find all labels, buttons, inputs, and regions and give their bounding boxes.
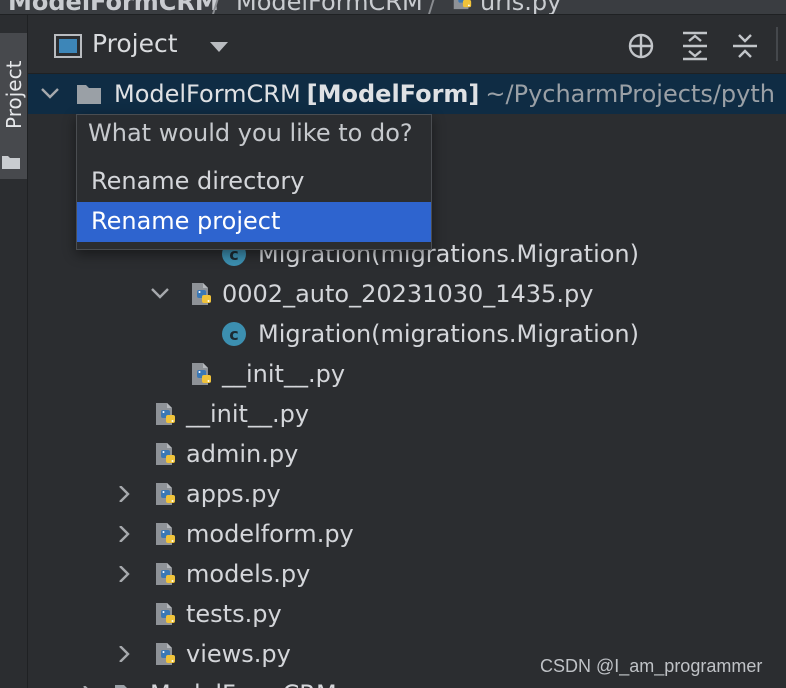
breadcrumb-separator: / bbox=[428, 0, 437, 15]
tree-row-label: Migration(migrations.Migration) bbox=[258, 320, 639, 348]
python-file-icon bbox=[156, 643, 175, 665]
tree-row[interactable]: __init__.py bbox=[28, 394, 786, 434]
folder-icon bbox=[2, 156, 20, 169]
project-toolbar: Project bbox=[28, 15, 786, 74]
python-file-icon bbox=[156, 523, 175, 545]
rename-project-option[interactable]: Rename project bbox=[77, 202, 431, 242]
tree-row-root[interactable]: ModelFormCRM [ModelForm] ~/PycharmProjects… bbox=[28, 74, 786, 114]
chevron-down-icon[interactable] bbox=[210, 41, 228, 53]
project-tool-tab[interactable]: Project bbox=[0, 33, 27, 179]
collapse-all-icon[interactable] bbox=[730, 31, 760, 61]
tool-window-stripe: Project bbox=[0, 15, 28, 688]
tree-row-label: __init__.py bbox=[222, 360, 346, 388]
python-file-icon bbox=[192, 363, 211, 385]
tree-row-label: views.py bbox=[186, 640, 291, 668]
project-window-icon bbox=[54, 34, 82, 58]
breadcrumb-item-file[interactable]: urls.py bbox=[480, 0, 561, 14]
python-file-icon bbox=[156, 403, 175, 425]
python-file-icon bbox=[156, 563, 175, 585]
breadcrumb-item-module[interactable]: ModelFormCRM bbox=[236, 0, 423, 14]
chevron-right-icon[interactable] bbox=[114, 486, 134, 502]
project-view-title[interactable]: Project bbox=[92, 29, 178, 58]
root-name: ModelFormCRM bbox=[114, 80, 301, 108]
tree-row[interactable]: __init__.py bbox=[28, 354, 786, 394]
popup-prompt: What would you like to do? bbox=[88, 119, 413, 147]
option-label: Rename project bbox=[91, 207, 281, 235]
tree-row-label: __init__.py bbox=[186, 400, 310, 428]
python-file-icon bbox=[453, 0, 472, 10]
tree-row-label: tests.py bbox=[186, 600, 282, 628]
tree-row-label: admin.py bbox=[186, 440, 299, 468]
option-label: Rename directory bbox=[91, 167, 305, 195]
tree-row[interactable]: Migration(migrations.Migration) bbox=[28, 314, 786, 354]
chevron-right-icon[interactable] bbox=[114, 646, 134, 662]
rename-directory-option[interactable]: Rename directory bbox=[77, 162, 431, 202]
python-file-icon bbox=[156, 603, 175, 625]
tree-row-label: 0002_auto_20231030_1435.py bbox=[222, 280, 594, 308]
chevron-right-icon[interactable] bbox=[114, 526, 134, 542]
tree-row[interactable]: tests.py bbox=[28, 594, 786, 634]
python-file-icon bbox=[156, 443, 175, 465]
tree-row-label: modelform.py bbox=[186, 520, 354, 548]
tree-row[interactable]: models.py bbox=[28, 554, 786, 594]
project-tool-tab-label: Project bbox=[2, 60, 26, 129]
python-file-icon bbox=[192, 283, 211, 305]
folder-icon bbox=[115, 685, 139, 688]
tree-row-label: ModelFormCRM bbox=[150, 680, 337, 688]
tree-row[interactable]: 0002_auto_20231030_1435.py bbox=[28, 274, 786, 314]
chevron-down-icon[interactable] bbox=[40, 86, 60, 102]
toolbar-divider bbox=[776, 27, 778, 61]
folder-icon bbox=[77, 85, 101, 104]
tree-row-label: apps.py bbox=[186, 480, 281, 508]
breadcrumb: ModelFormCRM / ModelFormCRM / urls.py bbox=[0, 0, 786, 15]
tree-row[interactable]: admin.py bbox=[28, 434, 786, 474]
tree-row-label: models.py bbox=[186, 560, 311, 588]
class-icon bbox=[222, 322, 246, 346]
watermark: CSDN @I_am_programmer bbox=[540, 656, 763, 676]
breadcrumb-item-project[interactable]: ModelFormCRM bbox=[8, 0, 219, 14]
rename-choice-popup: What would you like to do? Rename direct… bbox=[76, 114, 432, 250]
root-path: ~/PycharmProjects/pyth bbox=[485, 80, 775, 108]
expand-all-icon[interactable] bbox=[680, 31, 710, 61]
tree-row[interactable]: modelform.py bbox=[28, 514, 786, 554]
python-file-icon bbox=[156, 483, 175, 505]
tree-row[interactable]: apps.py bbox=[28, 474, 786, 514]
root-module: [ModelForm] bbox=[306, 80, 480, 108]
breadcrumb-separator: / bbox=[212, 0, 221, 15]
tree-row-label: ModelFormCRM [ModelForm] ~/PycharmProjects… bbox=[114, 80, 775, 108]
locate-icon[interactable] bbox=[626, 31, 656, 61]
chevron-right-icon[interactable] bbox=[114, 566, 134, 582]
chevron-down-icon[interactable] bbox=[150, 286, 170, 302]
